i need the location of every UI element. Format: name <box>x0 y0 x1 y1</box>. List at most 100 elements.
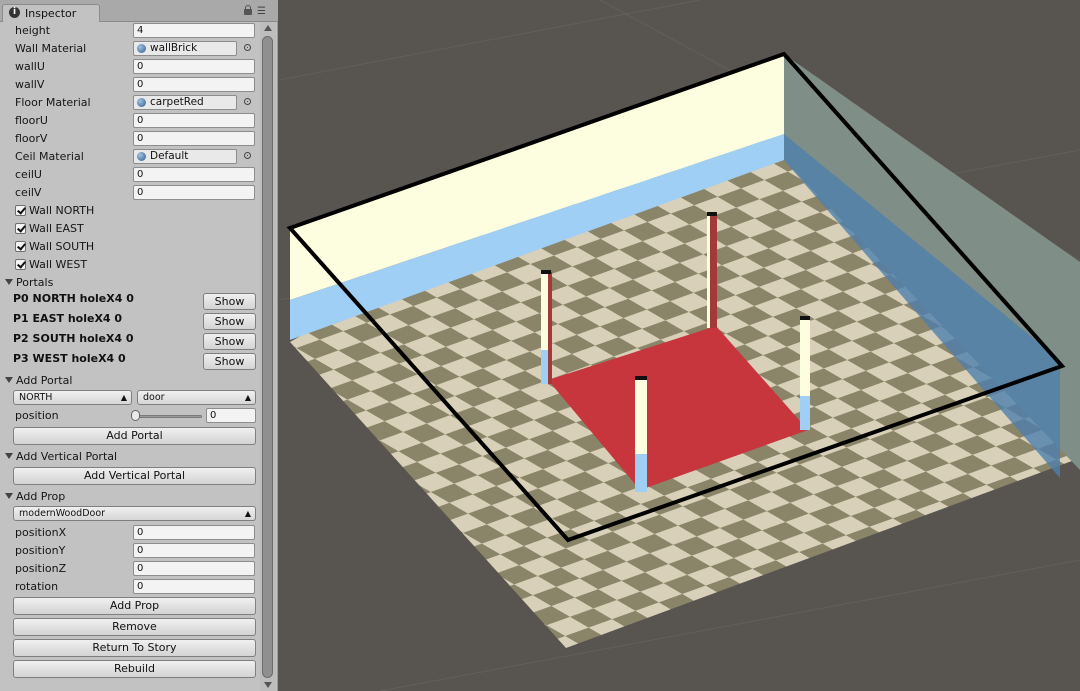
wall-east-toggle[interactable]: Wall EAST <box>0 220 258 238</box>
pillar-base <box>800 396 810 430</box>
show-portal-p1-button[interactable]: Show <box>203 313 256 330</box>
tab-inspector[interactable]: i Inspector <box>2 4 100 22</box>
material-sphere-icon <box>137 98 146 107</box>
floor-material-value: carpetRed <box>150 96 204 108</box>
add-vertical-portal-button[interactable]: Add Vertical Portal <box>13 467 256 485</box>
pillar-brick <box>548 272 552 384</box>
prop-value: modernWoodDoor <box>19 508 106 519</box>
positionZ-label: positionZ <box>15 562 67 575</box>
ceil-material-value: Default <box>150 150 189 162</box>
object-picker-icon[interactable] <box>244 98 251 105</box>
dropdown-arrow-icon: ▲︎ <box>120 393 127 402</box>
menu-icon[interactable]: ☰ <box>257 7 266 17</box>
object-picker-icon[interactable] <box>244 152 251 159</box>
positionY-field[interactable]: 0 <box>133 543 255 558</box>
portals-foldout[interactable]: Portals <box>0 274 258 292</box>
foldout-arrow-icon <box>5 279 13 285</box>
foldout-arrow-icon <box>5 493 13 499</box>
position-field[interactable]: 0 <box>206 408 256 423</box>
inspector-scrollbar[interactable] <box>260 22 276 691</box>
return-to-story-button[interactable]: Return To Story <box>13 639 256 657</box>
wallV-field[interactable]: 0 <box>133 77 255 92</box>
wallU-row: wallU 0 <box>0 58 258 76</box>
portal-p0-label: P0 NORTH holeX4 0 <box>13 292 134 305</box>
pillar-brick <box>710 214 717 328</box>
info-icon: i <box>9 7 20 18</box>
portal-p3-label: P3 WEST holeX4 0 <box>13 352 126 365</box>
material-sphere-icon <box>137 152 146 161</box>
rebuild-button[interactable]: Rebuild <box>13 660 256 678</box>
portals-header: Portals <box>16 276 54 289</box>
positionX-field[interactable]: 0 <box>133 525 255 540</box>
checkbox-icon[interactable] <box>15 205 26 216</box>
floorV-label: floorV <box>15 132 48 145</box>
checkbox-icon[interactable] <box>15 241 26 252</box>
floor-material-field[interactable]: carpetRed <box>133 95 237 110</box>
tab-label: Inspector <box>25 7 77 20</box>
scroll-up-arrow-icon[interactable] <box>264 25 272 31</box>
add-portal-button[interactable]: Add Portal <box>13 427 256 445</box>
add-vertical-portal-foldout[interactable]: Add Vertical Portal <box>0 448 258 466</box>
floorU-field[interactable]: 0 <box>133 113 255 128</box>
dropdown-arrow-icon: ▲︎ <box>244 509 251 518</box>
wall-west-label: Wall WEST <box>29 258 88 271</box>
add-prop-foldout[interactable]: Add Prop <box>0 488 258 506</box>
ceil-material-label: Ceil Material <box>15 150 84 163</box>
floorU-row: floorU 0 <box>0 112 258 130</box>
wall-material-field[interactable]: wallBrick <box>133 41 237 56</box>
wall-north-label: Wall NORTH <box>29 204 95 217</box>
remove-button[interactable]: Remove <box>13 618 256 636</box>
foldout-arrow-icon <box>5 453 13 459</box>
scrollbar-thumb[interactable] <box>262 36 273 678</box>
portal-p1-label: P1 EAST holeX4 0 <box>13 312 123 325</box>
show-portal-p0-button[interactable]: Show <box>203 293 256 310</box>
ceilU-field[interactable]: 0 <box>133 167 255 182</box>
wall-west-toggle[interactable]: Wall WEST <box>0 256 258 274</box>
positionZ-field[interactable]: 0 <box>133 561 255 576</box>
positionX-row: positionX 0 <box>0 524 258 542</box>
positionY-label: positionY <box>15 544 66 557</box>
foldout-arrow-icon <box>5 377 13 383</box>
wallV-row: wallV 0 <box>0 76 258 94</box>
scene-view[interactable] <box>279 0 1080 691</box>
floorV-row: floorV 0 <box>0 130 258 148</box>
wall-material-label: Wall Material <box>15 42 87 55</box>
positionX-label: positionX <box>15 526 67 539</box>
ceilU-label: ceilU <box>15 168 42 181</box>
position-slider-thumb[interactable] <box>131 410 140 421</box>
height-row: height 4 <box>0 22 258 40</box>
wall-north-toggle[interactable]: Wall NORTH <box>0 202 258 220</box>
prop-dropdown[interactable]: modernWoodDoor ▲︎ <box>13 506 256 521</box>
position-slider[interactable] <box>136 415 202 418</box>
wall-east-label: Wall EAST <box>29 222 84 235</box>
wallU-field[interactable]: 0 <box>133 59 255 74</box>
add-prop-header: Add Prop <box>16 490 66 503</box>
height-field[interactable]: 4 <box>133 23 255 38</box>
position-row: position 0 <box>0 407 258 425</box>
positionY-row: positionY 0 <box>0 542 258 560</box>
checkbox-icon[interactable] <box>15 223 26 234</box>
ceil-material-field[interactable]: Default <box>133 149 237 164</box>
dropdown-arrow-icon: ▲︎ <box>244 393 251 402</box>
wall-south-toggle[interactable]: Wall SOUTH <box>0 238 258 256</box>
ceilV-field[interactable]: 0 <box>133 185 255 200</box>
add-portal-foldout[interactable]: Add Portal <box>0 372 258 390</box>
portal-type-dropdown[interactable]: door ▲︎ <box>137 390 256 405</box>
ceilV-label: ceilV <box>15 186 42 199</box>
floor-material-label: Floor Material <box>15 96 91 109</box>
floorV-field[interactable]: 0 <box>133 131 255 146</box>
add-prop-button[interactable]: Add Prop <box>13 597 256 615</box>
material-sphere-icon <box>137 44 146 53</box>
scene-canvas[interactable] <box>279 0 1080 691</box>
object-picker-icon[interactable] <box>244 44 251 51</box>
rotation-field[interactable]: 0 <box>133 579 255 594</box>
add-vertical-portal-header: Add Vertical Portal <box>16 450 118 463</box>
show-portal-p3-button[interactable]: Show <box>203 353 256 370</box>
show-portal-p2-button[interactable]: Show <box>203 333 256 350</box>
ceilU-row: ceilU 0 <box>0 166 258 184</box>
scroll-down-arrow-icon[interactable] <box>264 682 272 688</box>
add-portal-header: Add Portal <box>16 374 73 387</box>
portal-direction-dropdown[interactable]: NORTH ▲︎ <box>13 390 132 405</box>
lock-icon[interactable] <box>244 5 252 15</box>
checkbox-icon[interactable] <box>15 259 26 270</box>
